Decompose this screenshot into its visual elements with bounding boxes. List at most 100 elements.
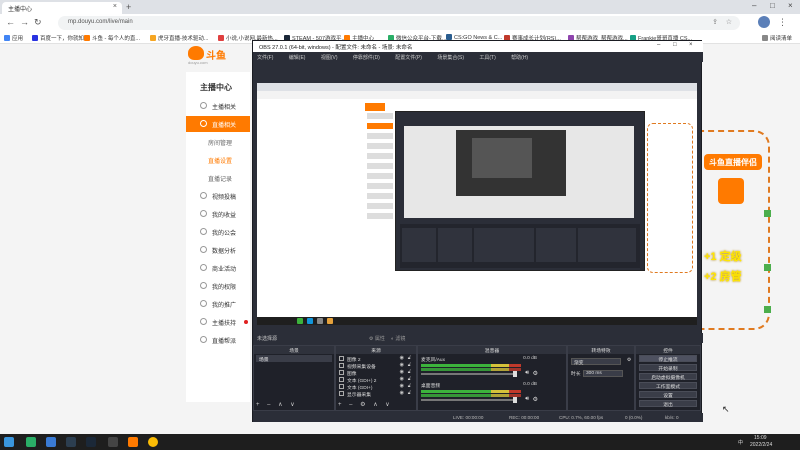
lock-icon: 🔓︎ bbox=[407, 369, 411, 375]
explorer-icon[interactable] bbox=[46, 437, 56, 447]
source-controls[interactable]: + – ⚙ ∧ ∨ bbox=[338, 401, 393, 408]
handle-icon[interactable] bbox=[764, 306, 771, 313]
bookmark-star-icon[interactable]: ☆ bbox=[726, 18, 732, 26]
sidebar-item-live-settings[interactable]: 直播设置 bbox=[186, 152, 250, 168]
minimize-icon[interactable]: – bbox=[752, 1, 756, 10]
settings-button[interactable]: 设置 bbox=[639, 391, 697, 399]
sidebar-item-guild[interactable]: 我的公会 bbox=[186, 224, 250, 240]
gear-icon: ⚙ bbox=[627, 358, 632, 363]
sidebar-item-support[interactable]: 主播扶持 bbox=[186, 314, 250, 330]
steam-icon[interactable] bbox=[86, 437, 96, 447]
stop-streaming-button[interactable]: 停止推流 bbox=[639, 355, 697, 363]
close-window-icon[interactable]: × bbox=[788, 1, 793, 10]
sidebar-item-video[interactable]: 视频投稿 bbox=[186, 188, 250, 204]
browser-tabbar: 主播中心 × + – □ × bbox=[0, 0, 800, 14]
source-item[interactable]: 文本 (GDI+) ◉ 🔓︎ bbox=[338, 383, 412, 391]
sidebar-item-live[interactable]: 直播相关 bbox=[186, 116, 250, 132]
reading-list[interactable]: 阅读清单 bbox=[762, 34, 792, 42]
studio-mode-button[interactable]: 工作室模式 bbox=[639, 382, 697, 390]
bookmark-douyu[interactable]: 斗鱼 - 每个人的直... bbox=[84, 34, 140, 42]
input-language[interactable]: 中 bbox=[738, 439, 743, 446]
preview-capture bbox=[257, 83, 697, 325]
sidebar-item-room[interactable]: 房间管理 bbox=[186, 134, 250, 150]
transition-duration[interactable]: 时长 300 ms bbox=[571, 370, 629, 378]
briefcase-icon bbox=[200, 264, 207, 271]
menu-tools[interactable]: 工具(T) bbox=[479, 55, 495, 61]
scene-controls[interactable]: + – ∧ ∨ bbox=[256, 401, 298, 408]
sidebar-item-business[interactable]: 商业活动 bbox=[186, 260, 250, 276]
clock-date[interactable]: 2022/2/24 bbox=[750, 442, 772, 448]
sidebar-item-anchor[interactable]: 主播相关 bbox=[186, 98, 250, 114]
lock-icon: 🔓︎ bbox=[407, 355, 411, 361]
scene-item[interactable]: 场景 bbox=[256, 355, 332, 363]
gear-icon[interactable]: ⚙ bbox=[533, 396, 538, 403]
volume-knob[interactable] bbox=[513, 397, 517, 403]
close-icon[interactable]: × bbox=[689, 42, 693, 48]
start-recording-button[interactable]: 开始录制 bbox=[639, 364, 697, 372]
sidebar-item-group[interactable]: 直播帮派 bbox=[186, 332, 250, 348]
douyu-app-icon[interactable] bbox=[128, 437, 138, 447]
bookmark-baidu[interactable]: 百度一下，你就知道 bbox=[32, 34, 90, 42]
share-icon[interactable]: ⇪ bbox=[712, 18, 718, 26]
lock-icon: 🔓︎ bbox=[407, 390, 411, 396]
gear-icon[interactable]: ⚙ bbox=[533, 370, 538, 377]
chrome-icon[interactable] bbox=[148, 437, 158, 447]
browser-tab[interactable]: 主播中心 × bbox=[2, 2, 122, 14]
source-item[interactable]: 图像 2 ◉ 🔓︎ bbox=[338, 355, 412, 363]
sidebar-item-live-records[interactable]: 直播记录 bbox=[186, 170, 250, 186]
maximize-icon[interactable]: □ bbox=[673, 42, 677, 48]
volume-slider[interactable] bbox=[421, 399, 517, 401]
source-item[interactable]: 视频采集设备 ◉ 🔓︎ bbox=[338, 362, 412, 370]
sidebar-item-permission[interactable]: 我的权限 bbox=[186, 278, 250, 294]
wechat-icon[interactable] bbox=[26, 437, 36, 447]
volume-slider[interactable] bbox=[421, 373, 517, 375]
filters-button[interactable]: ◐ 滤镜 bbox=[391, 335, 405, 342]
close-tab-icon[interactable]: × bbox=[113, 3, 117, 10]
speaker-icon[interactable]: 🔊︎ bbox=[525, 396, 529, 403]
bookmark-apps[interactable]: 应用 bbox=[4, 34, 23, 42]
menu-file[interactable]: 文件(F) bbox=[257, 55, 273, 61]
monitor-icon bbox=[339, 391, 344, 396]
maximize-icon[interactable]: □ bbox=[770, 1, 775, 10]
source-item[interactable]: 文本 (GDI+) 2 ◉ 🔓︎ bbox=[338, 376, 412, 384]
douyu-logo[interactable]: 斗鱼 douyu.com bbox=[188, 46, 234, 65]
volume-knob[interactable] bbox=[513, 371, 517, 377]
back-icon[interactable]: ← bbox=[6, 17, 15, 27]
virtual-camera-button[interactable]: 启动虚拟摄像机 bbox=[639, 373, 697, 381]
minimize-icon[interactable]: – bbox=[657, 42, 660, 48]
controls-header: 控件 bbox=[636, 346, 700, 354]
notification-dot bbox=[244, 320, 248, 324]
reload-icon[interactable]: ↻ bbox=[34, 17, 42, 28]
transition-type[interactable]: 渐变 ⚙ bbox=[571, 358, 632, 366]
obs-icon[interactable] bbox=[108, 437, 118, 447]
app-icon[interactable] bbox=[66, 437, 76, 447]
menu-help[interactable]: 帮助(H) bbox=[511, 55, 528, 61]
windows-start-icon[interactable] bbox=[4, 437, 14, 447]
address-bar[interactable]: mp.douyu.com/live/main ⇪ ☆ bbox=[58, 16, 740, 30]
menu-edit[interactable]: 编辑(E) bbox=[289, 55, 306, 61]
forward-icon[interactable]: → bbox=[20, 17, 29, 27]
sidebar-item-data[interactable]: 数据分析 bbox=[186, 242, 250, 258]
obs-preview[interactable] bbox=[257, 83, 697, 325]
mixer-header: 混音器 bbox=[418, 346, 566, 354]
text-icon bbox=[339, 384, 344, 389]
exit-button[interactable]: 退出 bbox=[639, 400, 697, 408]
profile-avatar[interactable] bbox=[758, 16, 770, 28]
bookmark-huya[interactable]: 虎牙直播-技术驱动... bbox=[150, 34, 208, 42]
source-item[interactable]: 图像 ◉ 🔓︎ bbox=[338, 369, 412, 377]
handle-icon[interactable] bbox=[764, 210, 771, 217]
new-tab-icon[interactable]: + bbox=[126, 2, 131, 12]
menu-scene-collection[interactable]: 场景集合(S) bbox=[437, 55, 464, 61]
sidebar-item-income[interactable]: 我的收益 bbox=[186, 206, 250, 222]
handle-icon[interactable] bbox=[764, 264, 771, 271]
menu-view[interactable]: 视图(V) bbox=[321, 55, 338, 61]
speaker-icon[interactable]: 🔊︎ bbox=[525, 370, 529, 377]
menu-kebab-icon[interactable]: ⋮ bbox=[778, 17, 787, 28]
clock-time[interactable]: 15:09 bbox=[754, 435, 767, 441]
properties-button[interactable]: ⚙ 属性 bbox=[369, 335, 385, 342]
sidebar-item-promotion[interactable]: 我的推广 bbox=[186, 296, 250, 312]
image-icon bbox=[339, 370, 344, 375]
menu-docks[interactable]: 停靠部件(D) bbox=[353, 55, 380, 61]
source-item[interactable]: 显示器采集 ◉ 🔓︎ bbox=[338, 390, 412, 398]
menu-profile[interactable]: 配置文件(P) bbox=[395, 55, 422, 61]
